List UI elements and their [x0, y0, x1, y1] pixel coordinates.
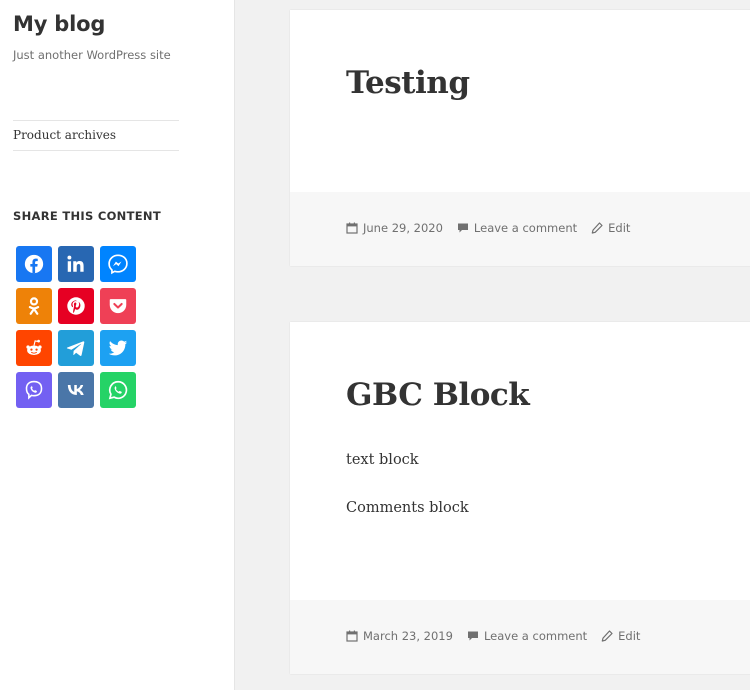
post-meta: June 29, 2020 Leave a comment Edit: [346, 221, 644, 235]
share-messenger-button[interactable]: [100, 246, 136, 282]
share-viber-button[interactable]: [16, 372, 52, 408]
whatsapp-icon: [108, 380, 128, 400]
odnoklassniki-icon: [28, 297, 40, 315]
linkedin-icon: [67, 255, 84, 272]
post-comments: Leave a comment: [457, 221, 577, 235]
widget-links: Product archives: [13, 120, 179, 151]
pencil-icon: [601, 630, 613, 642]
post-comments: Leave a comment: [467, 629, 587, 643]
share-telegram-button[interactable]: [58, 330, 94, 366]
post-date-link[interactable]: June 29, 2020: [363, 221, 443, 235]
share-vk-button[interactable]: [58, 372, 94, 408]
post-footer: June 29, 2020 Leave a comment Edit: [290, 192, 750, 266]
edit-post-link[interactable]: Edit: [608, 221, 630, 235]
comment-icon: [457, 223, 468, 233]
post-card: GBC Block text block Comments block Marc…: [290, 322, 750, 674]
post-paragraph: text block: [346, 452, 419, 468]
telegram-icon: [66, 341, 85, 356]
site-description: Just another WordPress site: [13, 48, 171, 62]
twitter-icon: [108, 340, 128, 356]
link-product-archives[interactable]: Product archives: [13, 121, 179, 150]
share-widget-title: SHARE THIS CONTENT: [13, 209, 161, 223]
vk-icon: [67, 385, 84, 395]
comment-icon: [467, 631, 478, 641]
calendar-icon: [346, 630, 358, 642]
sidebar: My blog Just another WordPress site Prod…: [0, 0, 235, 690]
reddit-icon: [26, 339, 42, 356]
leave-comment-link[interactable]: Leave a comment: [484, 629, 587, 643]
share-whatsapp-button[interactable]: [100, 372, 136, 408]
pinterest-icon: [67, 297, 85, 315]
post-paragraph: Comments block: [346, 500, 469, 516]
post-date: March 23, 2019: [346, 629, 453, 643]
leave-comment-link[interactable]: Leave a comment: [474, 221, 577, 235]
share-pocket-button[interactable]: [100, 288, 136, 324]
messenger-icon: [108, 254, 128, 275]
edit-post-link[interactable]: Edit: [618, 629, 640, 643]
share-facebook-button[interactable]: [16, 246, 52, 282]
post-meta: March 23, 2019 Leave a comment Edit: [346, 629, 654, 643]
post-footer: March 23, 2019 Leave a comment Edit: [290, 600, 750, 674]
post-edit: Edit: [591, 221, 630, 235]
viber-icon: [25, 380, 43, 400]
site-title[interactable]: My blog: [13, 12, 105, 36]
share-pinterest-button[interactable]: [58, 288, 94, 324]
facebook-icon: [24, 254, 44, 274]
calendar-icon: [346, 222, 358, 234]
pencil-icon: [591, 222, 603, 234]
share-twitter-button[interactable]: [100, 330, 136, 366]
share-buttons: [16, 246, 136, 408]
share-linkedin-button[interactable]: [58, 246, 94, 282]
post-date: June 29, 2020: [346, 221, 443, 235]
post-title[interactable]: Testing: [346, 65, 470, 101]
post-title[interactable]: GBC Block: [346, 377, 530, 413]
post-date-link[interactable]: March 23, 2019: [363, 629, 453, 643]
share-reddit-button[interactable]: [16, 330, 52, 366]
post-edit: Edit: [601, 629, 640, 643]
pocket-icon: [109, 299, 127, 314]
share-odnoklassniki-button[interactable]: [16, 288, 52, 324]
post-card: Testing June 29, 2020 Leave a comment Ed…: [290, 10, 750, 266]
